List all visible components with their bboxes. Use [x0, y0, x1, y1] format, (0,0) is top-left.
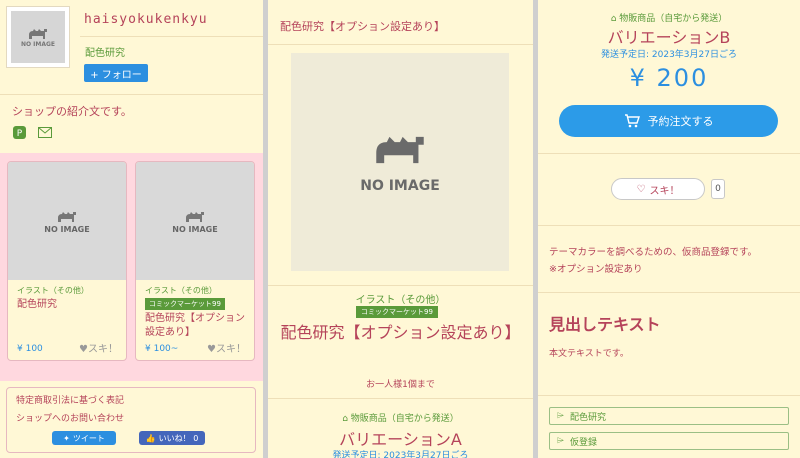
product-title[interactable]: 配色研究 [17, 298, 126, 312]
heart-icon: ♡ [636, 183, 646, 195]
variation-kind: ⌂ 物販商品（自宅から発送） [268, 411, 533, 424]
shop-header: NO IMAGE haisyokukenkyu 配色研究 + フォロー [0, 0, 263, 95]
variation-kind-text: 物販商品（自宅から発送） [619, 14, 728, 24]
product-list: NO IMAGE イラスト（その他） 配色研究 ¥ 100 ♥スキ！ NO IM… [0, 153, 263, 381]
camel-icon [58, 211, 76, 222]
tag-icon: ⌲ [557, 411, 565, 421]
product-image: NO IMAGE [8, 162, 126, 280]
no-image-placeholder: NO IMAGE [11, 11, 65, 63]
divider [538, 395, 800, 396]
divider [268, 285, 533, 286]
product-card[interactable]: NO IMAGE イラスト（その他） コミックマーケット99 配色研究【オプショ… [135, 161, 255, 361]
description-line: テーマカラーを調べるための、仮商品登録です。 [549, 247, 758, 258]
shop-avatar[interactable]: NO IMAGE [6, 6, 70, 68]
product-like-button[interactable]: ♥スキ！ [207, 340, 246, 355]
twitter-icon: ✦ [63, 433, 70, 443]
preorder-label: 予約注文する [647, 115, 714, 128]
detail-header-title: 配色研究【オプション設定あり】 [280, 20, 445, 33]
thumbs-up-icon: 👍 [145, 433, 156, 443]
purchase-column: ⌂ 物販商品（自宅から発送） バリエーションB 発送予定日: 2023年3月27… [538, 0, 800, 458]
description-note: ※オプション設定あり [549, 264, 643, 275]
main-no-image-text: NO IMAGE [360, 178, 440, 194]
like-count: 0 [711, 179, 725, 199]
product-no-image-text: NO IMAGE [172, 224, 218, 234]
camel-icon [29, 28, 47, 39]
tag-chip[interactable]: ⌲ 仮登録 [549, 432, 789, 450]
tag-icon: ⌲ [557, 436, 565, 446]
facebook-like-button[interactable]: 👍 いいね！ 0 [139, 431, 205, 445]
divider [268, 44, 533, 45]
product-no-image-text: NO IMAGE [44, 224, 90, 234]
mail-icon[interactable] [38, 125, 52, 139]
camel-icon [376, 136, 424, 164]
product-main-image[interactable]: NO IMAGE [291, 53, 509, 271]
svg-text:P: P [16, 129, 22, 139]
contact-link[interactable]: ショップへのお問い合わせ [16, 411, 255, 424]
divider [538, 292, 800, 293]
divider [268, 398, 533, 399]
price: ¥ 200 [629, 64, 709, 92]
variation-kind-text: 物販商品（自宅から発送） [350, 414, 459, 424]
product-title[interactable]: 配色研究【オプション設定あり】 [145, 312, 254, 340]
event-badge: コミックマーケット99 [356, 306, 438, 318]
ship-date: 発送予定日: 2023年3月27日ごろ [332, 451, 469, 458]
avatar-no-image-text: NO IMAGE [20, 40, 56, 48]
facebook-like-label: いいね！ 0 [158, 433, 199, 443]
variation-kind: ⌂ 物販商品（自宅から発送） [538, 11, 800, 24]
detail-category: イラスト（その他） [355, 295, 446, 306]
cart-icon [624, 114, 640, 128]
product-price: ¥ 100 [17, 344, 43, 354]
divider [80, 36, 263, 37]
event-badge: コミックマーケット99 [145, 298, 225, 310]
product-image: NO IMAGE [136, 162, 254, 280]
ship-date: 発送予定日: 2023年3月27日ごろ [601, 50, 737, 60]
like-button[interactable]: ♡ スキ！ [611, 178, 705, 200]
camel-icon [186, 211, 204, 222]
tweet-label: ツイート [72, 433, 105, 443]
home-icon: ⌂ [610, 14, 620, 24]
product-like-button[interactable]: ♥スキ！ [79, 340, 118, 355]
divider [538, 153, 800, 154]
tag-chip[interactable]: ⌲ 配色研究 [549, 407, 789, 425]
tag-label: 仮登録 [570, 437, 598, 448]
variation-name: バリエーションB [607, 28, 731, 47]
product-description: テーマカラーを調べるための、仮商品登録です。 ※オプション設定あり [549, 244, 757, 278]
product-name: 配色研究【オプション設定あり】 [280, 323, 521, 342]
product-category: イラスト（その他） [145, 286, 217, 295]
shop-column: NO IMAGE haisyokukenkyu 配色研究 + フォロー ショップ… [0, 0, 263, 458]
product-detail-column: 配色研究【オプション設定あり】 NO IMAGE イラスト（その他） コミックマ… [268, 0, 533, 458]
shop-intro: ショップの紹介文です。 [12, 105, 132, 118]
shop-subtitle: 配色研究 [85, 48, 125, 59]
shop-name[interactable]: haisyokukenkyu [84, 12, 208, 27]
tweet-button[interactable]: ✦ ツイート [52, 431, 116, 445]
section-body: 本文テキストです。 [549, 349, 629, 359]
product-card[interactable]: NO IMAGE イラスト（その他） 配色研究 ¥ 100 ♥スキ！ [7, 161, 127, 361]
section-heading: 見出しテキスト [549, 315, 661, 334]
tag-label: 配色研究 [570, 412, 607, 423]
variation-name: バリエーションA [339, 430, 462, 449]
divider [538, 225, 800, 226]
legal-link[interactable]: 特定商取引法に基づく表記 [16, 393, 255, 406]
follow-button[interactable]: + フォロー [84, 64, 148, 82]
shop-info-box: 特定商取引法に基づく表記 ショップへのお問い合わせ ✦ ツイート 👍 いいね！ … [6, 387, 256, 453]
product-category: イラスト（その他） [17, 286, 89, 295]
preorder-button[interactable]: 予約注文する [559, 105, 778, 137]
purchase-limit: お一人様1個まで [366, 380, 435, 390]
pixiv-icon[interactable]: P [12, 125, 26, 139]
home-icon: ⌂ [342, 414, 351, 424]
shop-links: P [12, 125, 52, 139]
product-price: ¥ 100~ [145, 344, 179, 354]
like-label: スキ！ [649, 185, 680, 197]
